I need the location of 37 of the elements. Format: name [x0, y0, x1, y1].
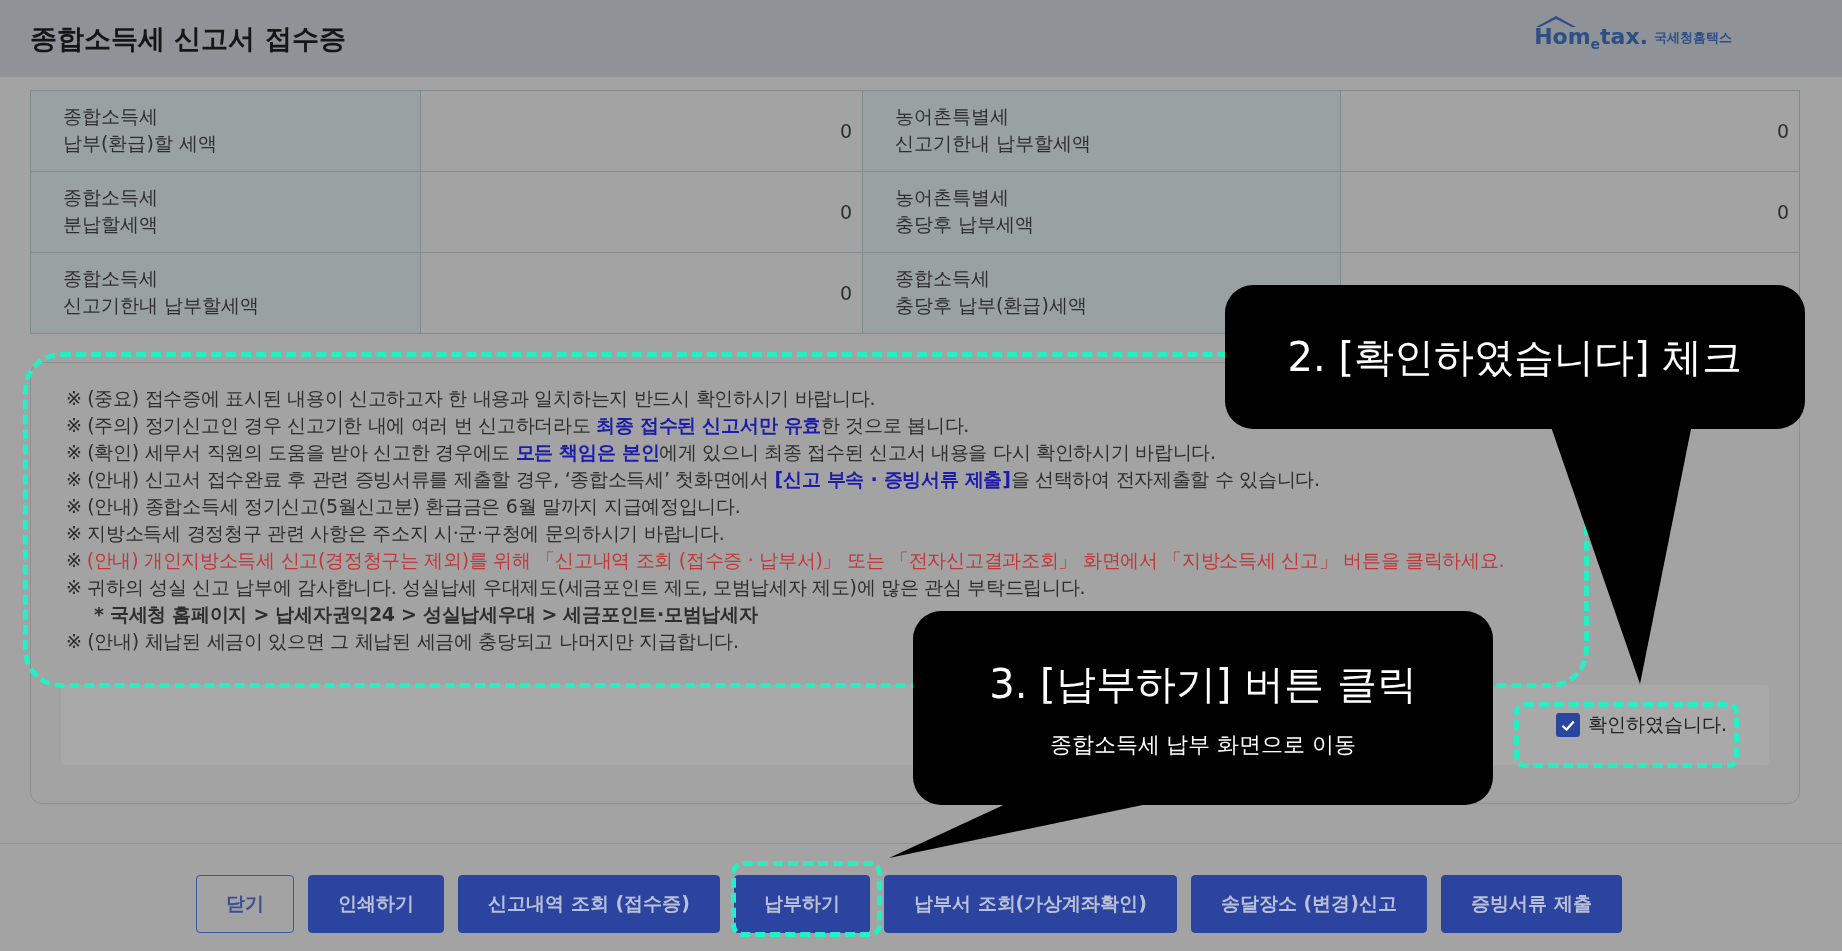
amount-value: 0 [839, 280, 852, 306]
amount-value: 0 [839, 118, 852, 144]
action-button[interactable]: 닫기 [196, 874, 295, 933]
callout-subtitle: 종합소득세 납부 화면으로 이동 [1049, 730, 1357, 759]
callout-title: 3. [납부하기] 버튼 클릭 [989, 659, 1417, 709]
amount-value: 0 [1776, 199, 1789, 225]
notice-line: ※ (안내) 체납된 세금이 있으면 그 체납된 세금에 충당되고 나머지만 지급합니다. [66, 629, 740, 654]
amount-value: 0 [1776, 118, 1789, 144]
action-button[interactable]: 납부하기 [734, 874, 870, 933]
callout-title: 2. [확인하였습니다] 체크 [1287, 332, 1743, 382]
amount-value: 0 [839, 199, 852, 225]
confirm-label: 확인하였습니다. [1587, 712, 1727, 737]
action-button[interactable]: 납부서 조회(가상계좌확인) [884, 874, 1177, 933]
row-label: 농어촌특별세 충당후 납부세액 [863, 172, 1341, 252]
notice-line: ※ 귀하의 성실 신고 납부에 감사합니다. 성실납세 우대제도(세금포인트 제도, 모범납세자 제도)에 많은 관심 부탁드립니다. [66, 575, 1087, 600]
row-label: 종합소득세 신고기한내 납부할세액 [31, 253, 421, 333]
logo-caption: 국세청홈택스 [1654, 29, 1732, 48]
action-button[interactable]: 송달장소 (변경)신고 [1191, 874, 1427, 933]
row-label: 종합소득세 납부(환급)할 세액 [31, 91, 421, 171]
notice-line: ※ (주의) 정기신고인 경우 신고기한 내에 여러 번 신고하더라도 최종 접수된 신고서만 유효한 것으로 봅니다. [66, 413, 971, 438]
notice-line: ※ (안내) 개인지방소득세 신고(경정청구는 제외)를 위해 「신고내역 조회 (접수증 · 납부서)」 또는 「전자신고결과조회」 화면에서 「지방소득세 신고」 버튼을 클릭하세요. [66, 548, 1506, 573]
notice-line: ※ 지방소득세 경정청구 관련 사항은 주소지 시·군·구청에 문의하시기 바랍니다. [66, 521, 726, 546]
logo-wordmark: Hom$_{e}$tax. [1534, 24, 1648, 53]
notice-line: ※ (확인) 세무서 직원의 도움을 받아 신고한 경우에도 모든 책임은 본인에게 있으니 최종 접수된 신고서 내용을 다시 확인하시기 바랍니다. [66, 440, 1217, 465]
row-label: 종합소득세 분납할세액 [31, 172, 421, 252]
action-button[interactable]: 인쇄하기 [308, 874, 445, 933]
notice-line: ※ (안내) 종합소득세 정기신고(5월신고분) 환급금은 6월 말까지 지급예정입니다. [66, 494, 742, 519]
notice-line: ※ (안내) 신고서 접수완료 후 관련 증빙서류를 제출할 경우, ‘종합소득세’ 첫화면에서 [신고 부속 · 증빙서류 제출]을 선택하여 전자제출할 수 있습니다. [66, 467, 1321, 492]
notice-line: ※ (중요) 접수증에 표시된 내용이 신고하고자 한 내용과 일치하는지 반드시 확인하시기 바랍니다. [66, 386, 877, 411]
notice-line: * 국세청 홈페이지 > 납세자권익24 > 성실납세우대 > 세금포인트·모범납세자 [93, 602, 759, 627]
house-logo-icon [1536, 16, 1577, 28]
row-label: 농어촌특별세 신고기한내 납부할세액 [863, 91, 1341, 171]
action-button[interactable]: 신고내역 조회 (접수증) [458, 874, 720, 933]
action-button[interactable]: 증빙서류 제출 [1440, 874, 1622, 933]
page-title: 종합소득세 신고서 접수증 [30, 21, 346, 56]
check-icon [1560, 719, 1575, 731]
confirm-checkbox[interactable] [1555, 713, 1580, 737]
